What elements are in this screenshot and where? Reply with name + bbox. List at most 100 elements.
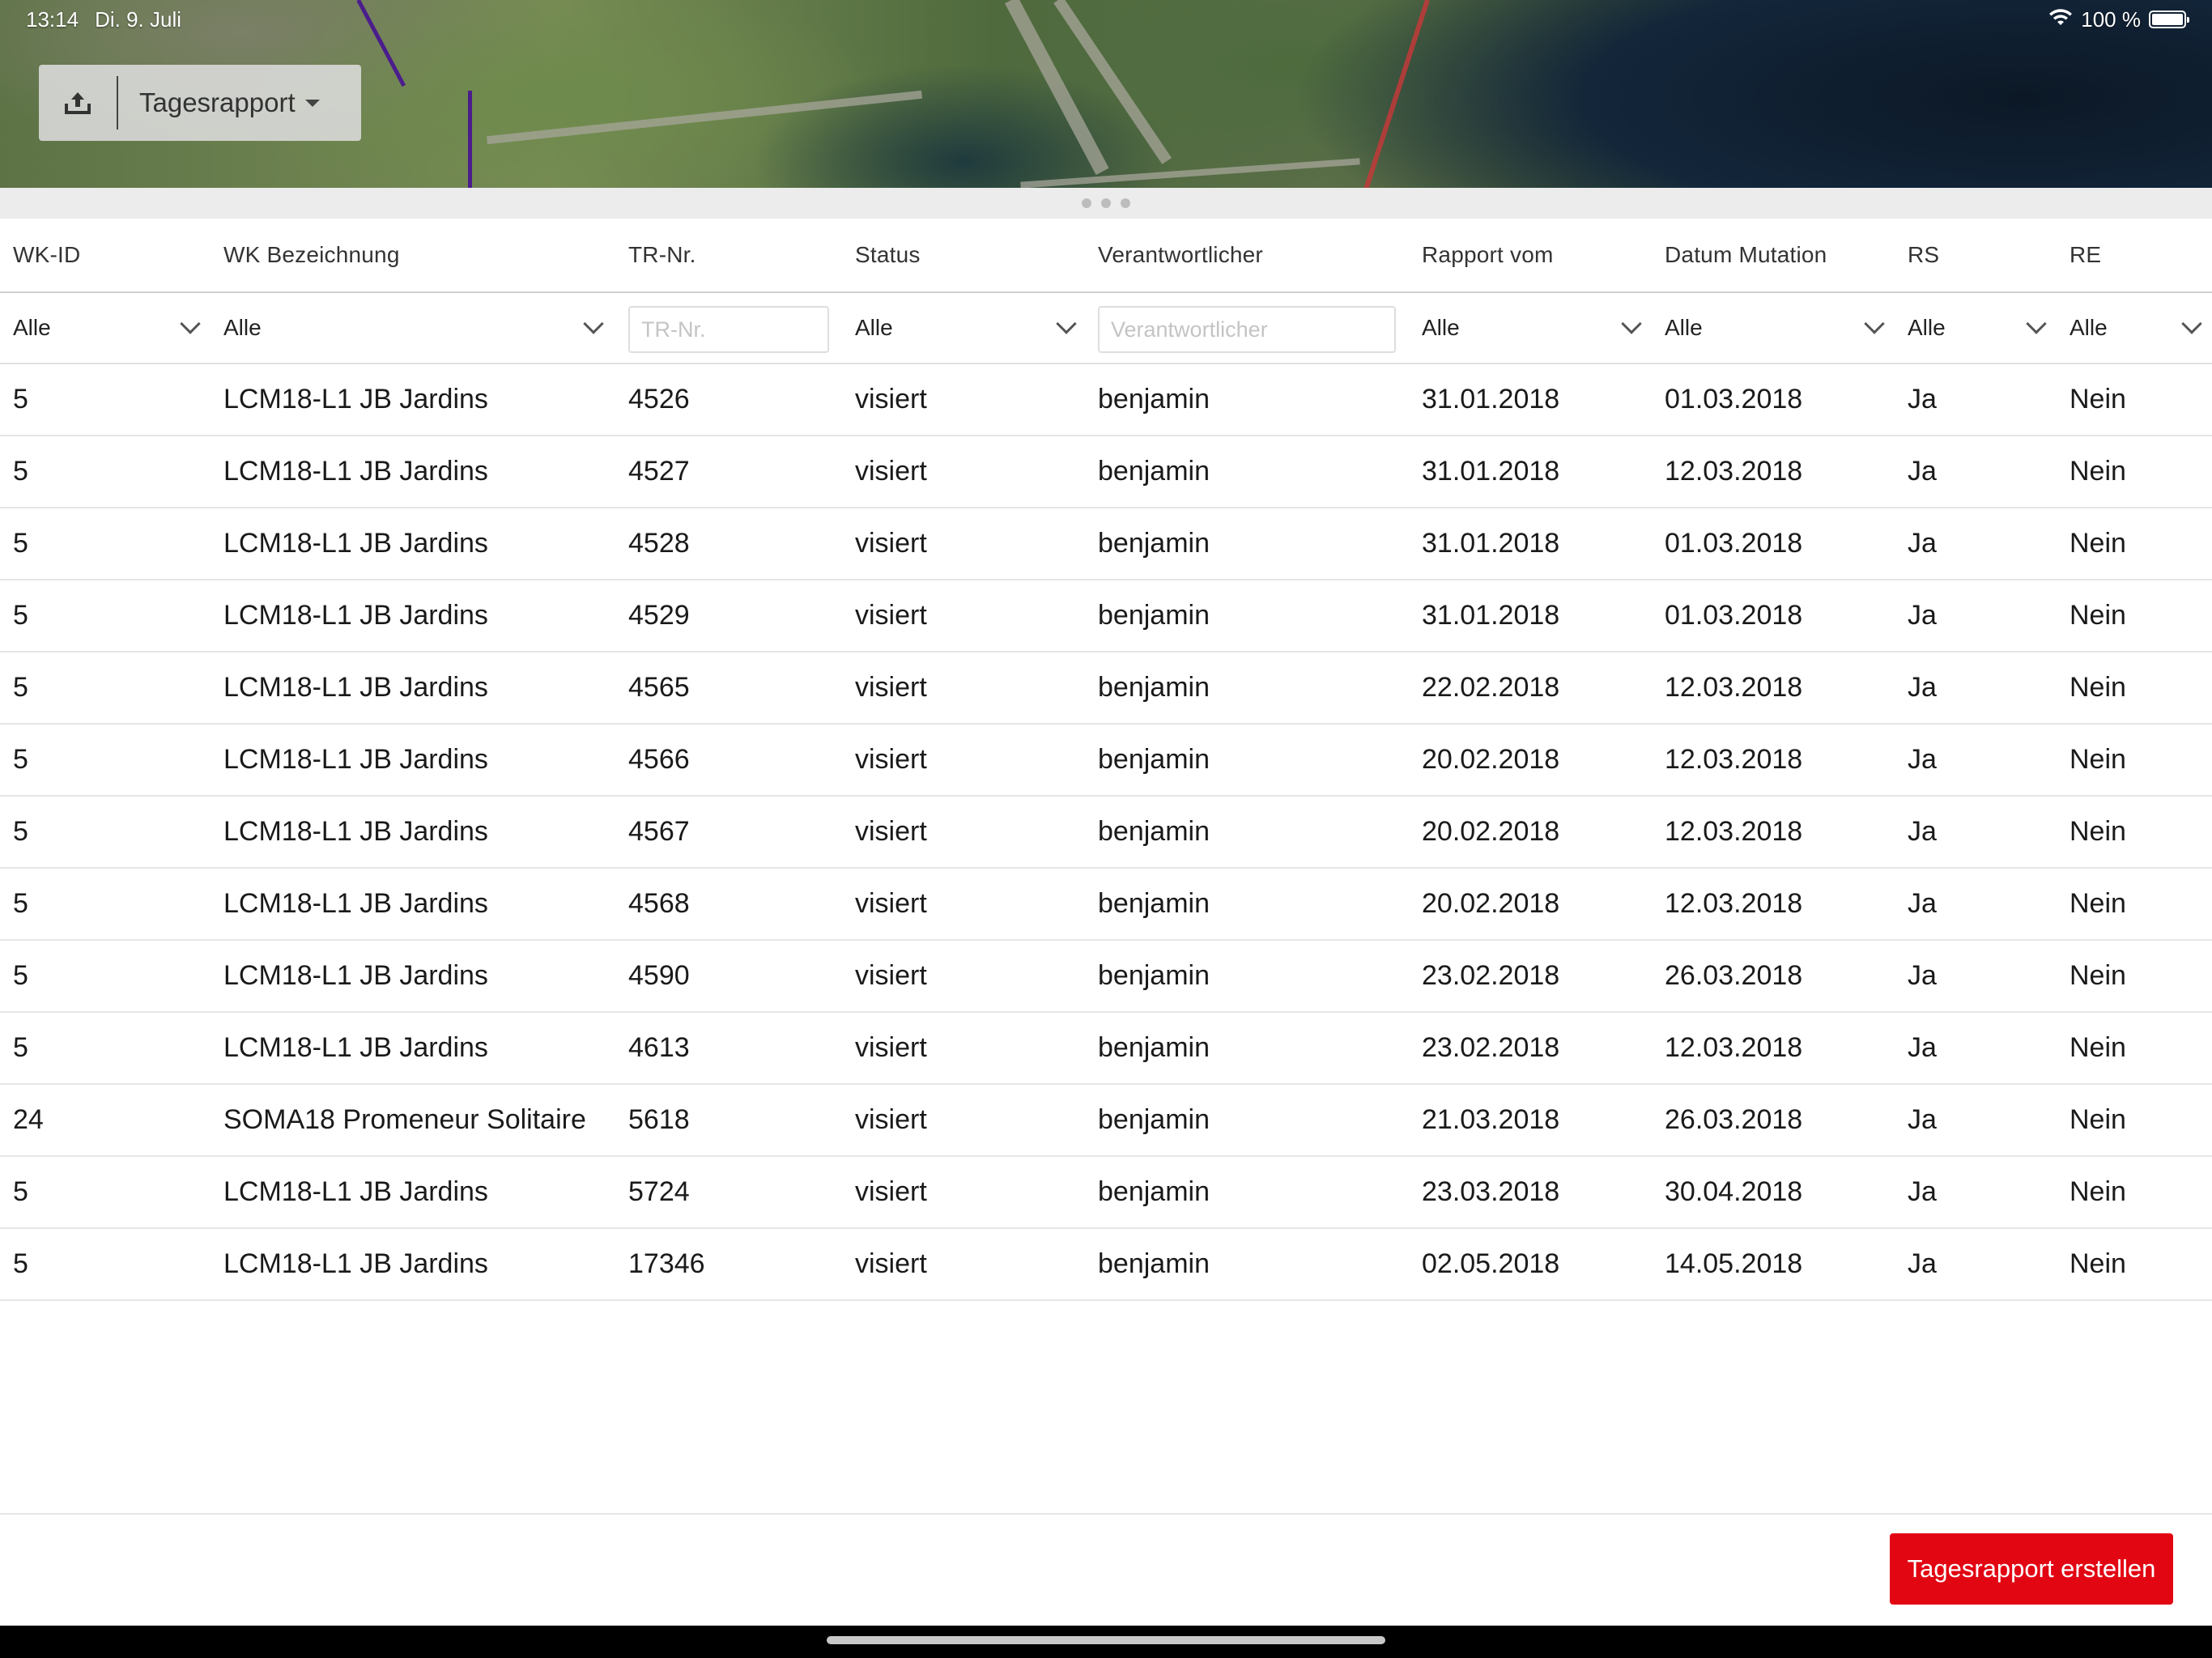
cell-verantwortlicher: benjamin [1098, 672, 1210, 703]
report-type-label: Tagesrapport [139, 87, 296, 117]
cell-tr-nr: 4527 [628, 456, 690, 487]
cell-re: Nein [2069, 672, 2126, 703]
cell-datum-mutation: 30.04.2018 [1665, 1176, 1803, 1207]
wifi-icon [2048, 7, 2073, 32]
cell-re: Nein [2069, 1104, 2126, 1135]
filter-datum-mutation-select[interactable]: Alle [1665, 293, 1885, 363]
column-header-re[interactable]: RE [2069, 219, 2101, 291]
cell-rs: Ja [1908, 600, 1937, 631]
battery-icon [2149, 11, 2189, 28]
table-header-row: WK-ID WK Bezeichnung TR-Nr. Status Veran… [0, 219, 2212, 293]
table-row[interactable]: 5 LCM18-L1 JB Jardins 5724 visiert benjamin 2… [0, 1157, 2212, 1229]
cell-wk-bezeichnung: SOMA18 Promeneur Solitaire [223, 1104, 586, 1135]
filter-wk-id-select[interactable]: Alle [13, 293, 201, 363]
cell-wk-id: 5 [13, 600, 28, 631]
upload-button[interactable] [39, 65, 117, 141]
report-table-panel: WK-ID WK Bezeichnung TR-Nr. Status Veran… [0, 219, 2212, 1626]
column-header-rapport-vom[interactable]: Rapport vom [1422, 219, 1554, 291]
cell-rs: Ja [1908, 1032, 1937, 1063]
cell-re: Nein [2069, 816, 2126, 847]
report-type-dropdown[interactable]: Tagesrapport [118, 87, 320, 118]
cell-verantwortlicher: benjamin [1098, 744, 1210, 775]
table-row[interactable]: 5 LCM18-L1 JB Jardins 4528 visiert benjamin 3… [0, 508, 2212, 580]
cell-re: Nein [2069, 888, 2126, 919]
column-header-tr-nr[interactable]: TR-Nr. [628, 219, 696, 291]
filter-status-select[interactable]: Alle [855, 293, 1077, 363]
cell-rapport-vom: 20.02.2018 [1422, 888, 1560, 919]
cell-re: Nein [2069, 744, 2126, 775]
cell-datum-mutation: 14.05.2018 [1665, 1248, 1803, 1279]
column-header-rs[interactable]: RS [1908, 219, 1939, 291]
cell-datum-mutation: 12.03.2018 [1665, 744, 1803, 775]
handle-dot-icon [1101, 198, 1111, 208]
table-row[interactable]: 5 LCM18-L1 JB Jardins 4565 visiert benjamin 2… [0, 653, 2212, 725]
filter-re-select[interactable]: Alle [2069, 293, 2202, 363]
cell-wk-bezeichnung: LCM18-L1 JB Jardins [223, 960, 488, 991]
home-indicator[interactable] [827, 1636, 1385, 1644]
cell-wk-id: 5 [13, 888, 28, 919]
cell-rs: Ja [1908, 528, 1937, 559]
cell-wk-id: 5 [13, 384, 28, 414]
table-row[interactable]: 5 LCM18-L1 JB Jardins 4527 visiert benjamin 3… [0, 436, 2212, 508]
cell-wk-bezeichnung: LCM18-L1 JB Jardins [223, 528, 488, 559]
table-row[interactable]: 5 LCM18-L1 JB Jardins 4613 visiert benjamin 2… [0, 1013, 2212, 1085]
cell-rs: Ja [1908, 384, 1937, 414]
cell-tr-nr: 4528 [628, 528, 690, 559]
cell-rapport-vom: 31.01.2018 [1422, 528, 1560, 559]
table-row[interactable]: 5 LCM18-L1 JB Jardins 4590 visiert benjamin 2… [0, 941, 2212, 1013]
panel-drag-handle[interactable] [0, 188, 2212, 219]
cell-rapport-vom: 20.02.2018 [1422, 816, 1560, 847]
battery-percent: 100 % [2081, 6, 2141, 32]
cell-datum-mutation: 12.03.2018 [1665, 888, 1803, 919]
cell-tr-nr: 5724 [628, 1176, 690, 1207]
table-row[interactable]: 5 LCM18-L1 JB Jardins 4567 visiert benjamin 2… [0, 797, 2212, 869]
filter-rs-select[interactable]: Alle [1908, 293, 2047, 363]
filter-rs-value: Alle [1908, 315, 1946, 340]
cell-re: Nein [2069, 1032, 2126, 1063]
filter-re-value: Alle [2069, 315, 2108, 340]
cell-verantwortlicher: benjamin [1098, 816, 1210, 847]
cell-wk-id: 5 [13, 456, 28, 487]
cell-status: visiert [855, 528, 927, 559]
column-header-wk-bezeichnung[interactable]: WK Bezeichnung [223, 219, 400, 291]
cell-wk-id: 5 [13, 744, 28, 775]
cell-wk-id: 5 [13, 816, 28, 847]
column-header-wk-id[interactable]: WK-ID [13, 219, 80, 291]
cell-wk-id: 24 [13, 1104, 44, 1135]
table-row[interactable]: 5 LCM18-L1 JB Jardins 4566 visiert benjamin 2… [0, 725, 2212, 797]
cell-wk-bezeichnung: LCM18-L1 JB Jardins [223, 1176, 488, 1207]
chevron-down-icon [2026, 313, 2047, 334]
cell-wk-id: 5 [13, 1032, 28, 1063]
chevron-down-icon [1056, 313, 1077, 334]
column-header-status[interactable]: Status [855, 219, 921, 291]
create-daily-report-button[interactable]: Tagesrapport erstellen [1890, 1533, 2173, 1605]
cell-wk-bezeichnung: LCM18-L1 JB Jardins [223, 1248, 488, 1279]
cell-tr-nr: 4566 [628, 744, 690, 775]
cell-tr-nr: 4565 [628, 672, 690, 703]
filter-tr-nr-input[interactable] [628, 306, 829, 353]
cell-status: visiert [855, 1032, 927, 1063]
filter-status-value: Alle [855, 315, 893, 340]
table-row[interactable]: 5 LCM18-L1 JB Jardins 4568 visiert benjamin 2… [0, 869, 2212, 941]
filter-verantwortlicher-input[interactable] [1098, 306, 1396, 353]
handle-dot-icon [1121, 198, 1130, 208]
table-row[interactable]: 5 LCM18-L1 JB Jardins 17346 visiert benjamin… [0, 1229, 2212, 1301]
cell-tr-nr: 4613 [628, 1032, 690, 1063]
cell-rs: Ja [1908, 1176, 1937, 1207]
table-row[interactable]: 5 LCM18-L1 JB Jardins 4529 visiert benjamin 3… [0, 580, 2212, 653]
cell-datum-mutation: 12.03.2018 [1665, 1032, 1803, 1063]
map-toolbar: Tagesrapport [39, 65, 361, 141]
cell-rs: Ja [1908, 960, 1937, 991]
chevron-down-icon [2181, 313, 2202, 334]
column-header-verantwortlicher[interactable]: Verantwortlicher [1098, 219, 1263, 291]
chevron-down-icon [583, 313, 604, 334]
chevron-down-icon [1621, 313, 1642, 334]
column-header-datum-mutation[interactable]: Datum Mutation [1665, 219, 1827, 291]
cell-rapport-vom: 23.03.2018 [1422, 1176, 1560, 1207]
filter-wk-bezeichnung-select[interactable]: Alle [223, 293, 604, 363]
cell-re: Nein [2069, 456, 2126, 487]
chevron-down-icon [1864, 313, 1885, 334]
filter-rapport-vom-select[interactable]: Alle [1422, 293, 1642, 363]
table-row[interactable]: 24 SOMA18 Promeneur Solitaire 5618 visiert b… [0, 1085, 2212, 1157]
table-row[interactable]: 5 LCM18-L1 JB Jardins 4526 visiert benjamin 3… [0, 364, 2212, 436]
